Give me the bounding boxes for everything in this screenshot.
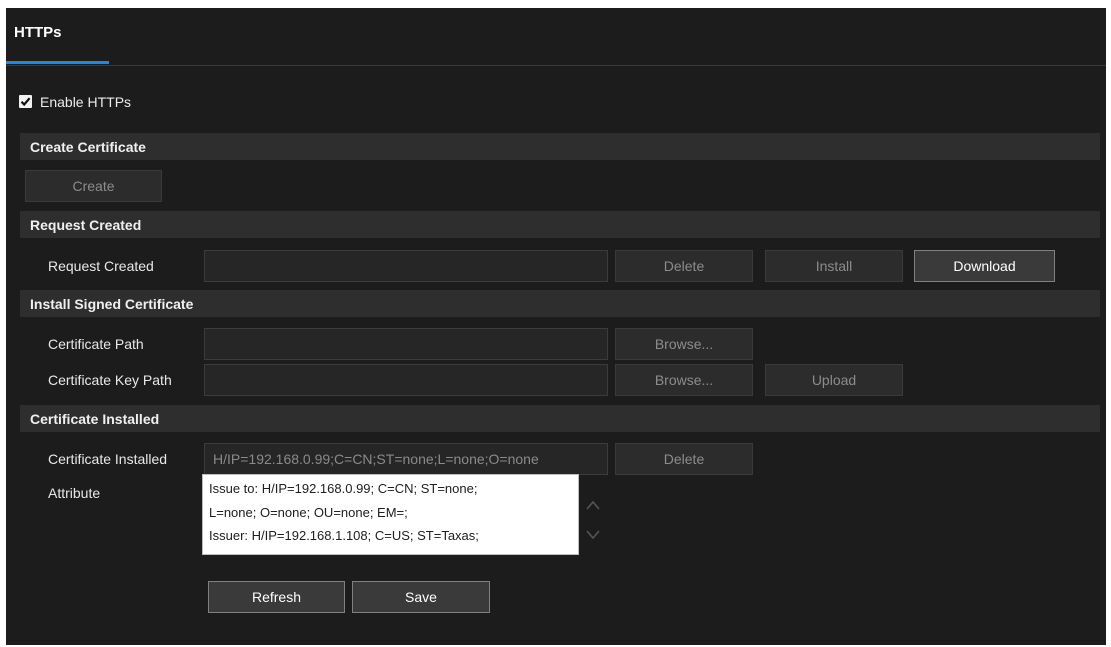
certificate-installed-field[interactable]: H/IP=192.168.0.99;C=CN;ST=none;L=none;O=…: [204, 443, 608, 475]
section-request-created: Request Created: [20, 211, 1100, 238]
section-create-certificate: Create Certificate: [20, 133, 1100, 160]
certificate-key-path-field[interactable]: [204, 364, 608, 396]
browse-certificate-button[interactable]: Browse...: [615, 328, 753, 360]
certificate-key-path-label: Certificate Key Path: [48, 372, 172, 388]
request-delete-button[interactable]: Delete: [615, 250, 753, 282]
enable-https-label: Enable HTTPs: [40, 94, 132, 110]
refresh-button[interactable]: Refresh: [208, 581, 345, 613]
certificate-path-field[interactable]: [204, 328, 608, 360]
attribute-line: L=none; O=none; OU=none; EM=;: [209, 504, 408, 520]
section-certificate-installed: Certificate Installed: [20, 405, 1100, 432]
install-button[interactable]: Install: [765, 250, 903, 282]
enable-https-checkbox[interactable]: [19, 95, 32, 108]
checkmark-icon: [20, 97, 31, 107]
request-created-label: Request Created: [48, 258, 154, 274]
scroll-down-icon[interactable]: [585, 528, 601, 542]
request-created-field[interactable]: [204, 250, 608, 282]
upload-button[interactable]: Upload: [765, 364, 903, 396]
installed-delete-button[interactable]: Delete: [615, 443, 753, 475]
tab-bar: HTTPs: [6, 8, 1106, 66]
attribute-line: Issuer: H/IP=192.168.1.108; C=US; ST=Tax…: [209, 528, 479, 543]
certificate-installed-label: Certificate Installed: [48, 451, 168, 467]
attribute-text: Issue to: H/IP=192.168.0.99; C=CN; ST=no…: [209, 477, 569, 548]
attribute-line: Issue to: H/IP=192.168.0.99; C=CN; ST=no…: [209, 481, 478, 496]
section-install-signed-certificate: Install Signed Certificate: [20, 290, 1100, 317]
scroll-up-icon[interactable]: [585, 498, 601, 512]
attribute-textarea[interactable]: Issue to: H/IP=192.168.0.99; C=CN; ST=no…: [202, 474, 579, 555]
certificate-path-label: Certificate Path: [48, 336, 144, 352]
download-button[interactable]: Download: [914, 250, 1055, 282]
browse-key-button[interactable]: Browse...: [615, 364, 753, 396]
create-button[interactable]: Create: [25, 170, 162, 202]
tab-https[interactable]: HTTPs: [6, 8, 109, 64]
attribute-label: Attribute: [48, 485, 101, 501]
save-button[interactable]: Save: [352, 581, 490, 613]
